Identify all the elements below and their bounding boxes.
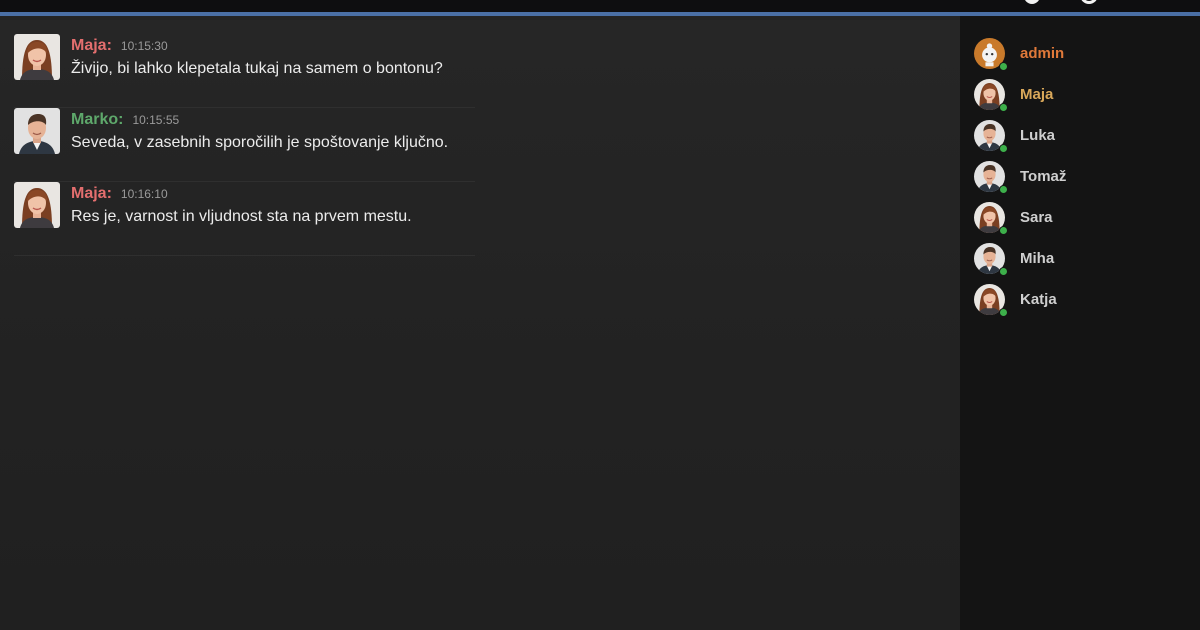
user-name: admin (1020, 45, 1065, 62)
user-list-item[interactable]: admin (974, 38, 1194, 72)
avatar[interactable] (14, 34, 60, 80)
message-time: 10:16:10 (120, 187, 168, 201)
chat-app: Maja: 10:15:30 Živijo, bi lahko klepetal… (0, 0, 1200, 630)
chat-message: Maja: 10:16:10 Res je, varnost in vljudn… (14, 182, 475, 256)
user-name: Luka (1020, 127, 1056, 144)
online-status-icon (999, 103, 1008, 112)
user-list-item[interactable]: Tomaž (974, 161, 1194, 195)
online-status-icon (999, 226, 1008, 235)
online-status-icon (999, 144, 1008, 153)
message-author[interactable]: Maja: (71, 37, 112, 55)
message-author[interactable]: Maja: (71, 185, 112, 203)
user-icon[interactable] (1080, 0, 1098, 4)
online-status-icon (999, 62, 1008, 71)
user-list-item[interactable]: Miha (974, 243, 1194, 277)
user-list-item[interactable]: Luka (974, 120, 1194, 154)
user-name: Miha (1020, 250, 1055, 267)
message-meta: Marko: 10:15:55 (71, 111, 179, 129)
user-list-item[interactable]: Sara (974, 202, 1194, 236)
top-bar (0, 0, 1200, 16)
message-author[interactable]: Marko: (71, 111, 123, 129)
message-list: Maja: 10:15:30 Živijo, bi lahko klepetal… (0, 20, 960, 630)
user-list-item[interactable]: Katja (974, 284, 1194, 318)
chat-message: Maja: 10:15:30 Živijo, bi lahko klepetal… (14, 34, 475, 108)
top-bar-icons (1024, 0, 1164, 4)
message-time: 10:15:30 (120, 39, 168, 53)
online-status-icon (999, 185, 1008, 194)
grid-icon[interactable] (1138, 0, 1164, 3)
user-list: admin Maja Luka Tomaž Sara Miha Katja (960, 16, 1200, 630)
user-name: Katja (1020, 291, 1057, 308)
online-status-icon (999, 308, 1008, 317)
message-meta: Maja: 10:15:30 (71, 37, 168, 55)
avatar[interactable] (14, 108, 60, 154)
message-text: Res je, varnost in vljudnost sta na prve… (71, 208, 412, 225)
message-meta: Maja: 10:16:10 (71, 185, 168, 203)
message-text: Seveda, v zasebnih sporočilih je spoštov… (71, 134, 449, 151)
user-list-item[interactable]: Maja (974, 79, 1194, 113)
avatar[interactable] (14, 182, 60, 228)
user-name: Maja (1020, 86, 1054, 103)
message-time: 10:15:55 (132, 113, 180, 127)
chat-message: Marko: 10:15:55 Seveda, v zasebnih sporo… (14, 108, 475, 182)
user-name: Tomaž (1020, 168, 1067, 185)
message-text: Živijo, bi lahko klepetala tukaj na same… (71, 60, 443, 77)
online-status-icon (999, 267, 1008, 276)
shield-icon[interactable] (1024, 0, 1040, 4)
user-name: Sara (1020, 209, 1053, 226)
